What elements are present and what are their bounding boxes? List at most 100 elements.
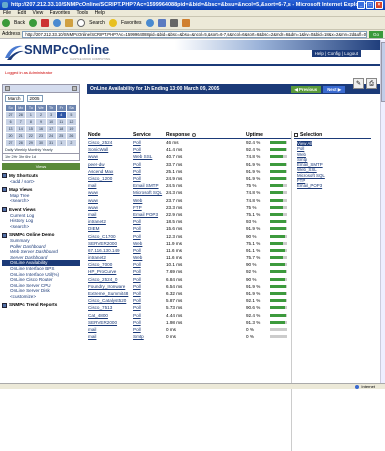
calendar-day[interactable]: 7 <box>16 119 26 125</box>
node-link[interactable]: www <box>88 198 98 203</box>
menu-view[interactable]: View <box>32 10 43 16</box>
service-link[interactable]: Web <box>133 241 142 246</box>
refresh-icon[interactable] <box>53 19 62 27</box>
calendar-day[interactable]: 8 <box>26 119 36 125</box>
calendar-day[interactable]: 11 <box>56 119 66 125</box>
calendar-day[interactable]: 3 <box>46 112 56 118</box>
service-link[interactable]: Poll <box>133 169 141 174</box>
favorites-icon[interactable] <box>108 19 117 27</box>
node-link[interactable]: www <box>88 205 98 210</box>
service-link[interactable]: Poll <box>133 327 141 332</box>
col-response[interactable]: Response <box>166 132 226 138</box>
calendar-day[interactable]: 18 <box>56 126 66 132</box>
col-service[interactable]: Service <box>133 132 166 138</box>
node-link[interactable]: Cat_4800 <box>88 313 108 318</box>
calendar-day[interactable]: 9 <box>36 119 46 125</box>
service-link[interactable]: Email SMTP <box>133 183 159 188</box>
calendar-day[interactable]: 16 <box>36 126 46 132</box>
service-link[interactable]: Poll <box>133 305 141 310</box>
node-link[interactable]: Cisco_C1700 <box>88 234 116 239</box>
forward-icon[interactable] <box>29 19 38 27</box>
node-link[interactable]: SERVER2000 <box>88 241 117 246</box>
search-label[interactable]: Search <box>89 20 105 26</box>
menu-favorites[interactable]: Favorites <box>50 10 71 16</box>
service-link[interactable]: Poll <box>133 248 141 253</box>
node-link[interactable]: peer-dw <box>88 162 105 167</box>
service-link[interactable]: Poll <box>133 269 141 274</box>
service-link[interactable]: Poll <box>133 140 141 145</box>
calendar-day[interactable]: 15 <box>26 126 36 132</box>
nav-trend-header[interactable]: SNMPc Trend Reports <box>2 302 80 308</box>
favorites-label[interactable]: Favorites <box>121 20 142 26</box>
close-button[interactable]: × <box>375 1 383 9</box>
menu-file[interactable]: File <box>3 10 11 16</box>
nav-item[interactable]: <search> <box>2 198 80 204</box>
calendar-day[interactable]: 25 <box>56 133 66 139</box>
calendar-day[interactable]: 5 <box>66 112 76 118</box>
calendar-day[interactable]: 14 <box>16 126 26 132</box>
minimize-button[interactable]: _ <box>357 1 365 9</box>
menu-edit[interactable]: Edit <box>17 10 26 16</box>
node-link[interactable]: Extreme_Summit48 <box>88 291 128 296</box>
col-node[interactable]: Node <box>88 132 133 138</box>
calendar-day[interactable]: 13 <box>6 126 16 132</box>
maximize-button[interactable]: □ <box>366 1 374 9</box>
search-icon[interactable] <box>77 19 86 27</box>
stop-icon[interactable] <box>41 19 50 27</box>
calendar-day[interactable]: 27 <box>6 140 16 146</box>
nav-item[interactable]: <add / sort> <box>2 179 80 185</box>
calendar-day[interactable]: 21 <box>16 133 26 139</box>
service-link[interactable]: Web <box>133 255 142 260</box>
calendar-close-icon[interactable] <box>72 86 77 91</box>
go-button[interactable]: Go <box>369 30 383 38</box>
menu-tools[interactable]: Tools <box>76 10 88 16</box>
menu-help[interactable]: Help <box>95 10 105 16</box>
home-icon[interactable] <box>65 19 74 27</box>
service-link[interactable]: Poll <box>133 234 141 239</box>
node-link[interactable]: Ascend Max <box>88 169 113 174</box>
calendar-day[interactable]: 12 <box>66 119 76 125</box>
address-input[interactable]: http://207.212.33.10/SNMPcOnline/SCRIPT.… <box>22 30 367 38</box>
node-link[interactable]: Cisco_Catalyst520 <box>88 298 126 303</box>
calendar-day[interactable]: 29 <box>26 140 36 146</box>
service-link[interactable]: Poll <box>133 291 141 296</box>
print-page-icon[interactable]: ⎙ <box>366 78 377 89</box>
service-link[interactable]: Web SSL <box>133 154 152 159</box>
calendar-day[interactable]: 28 <box>16 140 26 146</box>
calendar-day[interactable]: 2 <box>36 112 46 118</box>
node-link[interactable]: www <box>88 154 98 159</box>
calendar-toggle-icon[interactable] <box>5 86 10 91</box>
service-link[interactable]: Poll <box>133 320 141 325</box>
service-link[interactable]: Smtp <box>133 334 144 339</box>
service-link[interactable]: Microsoft SQL <box>133 190 162 195</box>
node-link[interactable]: mail <box>88 327 96 332</box>
node-link[interactable]: www <box>88 190 98 195</box>
back-icon[interactable] <box>2 19 10 27</box>
nav-item[interactable]: <customize> <box>2 294 80 300</box>
calendar-day[interactable]: 30 <box>36 140 46 146</box>
calendar-day[interactable]: 17 <box>46 126 56 132</box>
node-link[interactable]: intranet2 <box>88 255 106 260</box>
col-uptime[interactable]: Uptime <box>246 132 291 138</box>
service-link[interactable]: Poll <box>133 262 141 267</box>
node-link[interactable]: DIEM <box>88 226 99 231</box>
node-link[interactable]: intranet2 <box>88 219 106 224</box>
service-link[interactable]: Poll <box>133 277 141 282</box>
edit-icon[interactable] <box>181 19 190 27</box>
service-link[interactable]: Poll <box>133 162 141 167</box>
calendar-day[interactable]: 22 <box>26 133 36 139</box>
node-link[interactable]: HP_ProCurve <box>88 269 116 274</box>
service-link[interactable]: Poll <box>133 219 141 224</box>
media-icon[interactable] <box>145 19 154 27</box>
previous-button[interactable]: ◀ Previous <box>290 85 322 93</box>
calendar-day[interactable]: 24 <box>46 133 56 139</box>
service-link[interactable]: FTP <box>133 205 142 210</box>
calendar-day[interactable]: 1 <box>56 140 66 146</box>
node-link[interactable]: Cisco_2524_0 <box>88 277 117 282</box>
calendar-day[interactable]: 10 <box>46 119 56 125</box>
next-button[interactable]: Next ▶ <box>323 85 345 93</box>
node-link[interactable]: SERVER2000 <box>88 320 117 325</box>
header-links[interactable]: Help | Config | Logout <box>311 50 361 57</box>
node-link[interactable]: 67.116.130.149 <box>88 248 120 253</box>
calendar-day[interactable]: 4 <box>56 112 66 118</box>
